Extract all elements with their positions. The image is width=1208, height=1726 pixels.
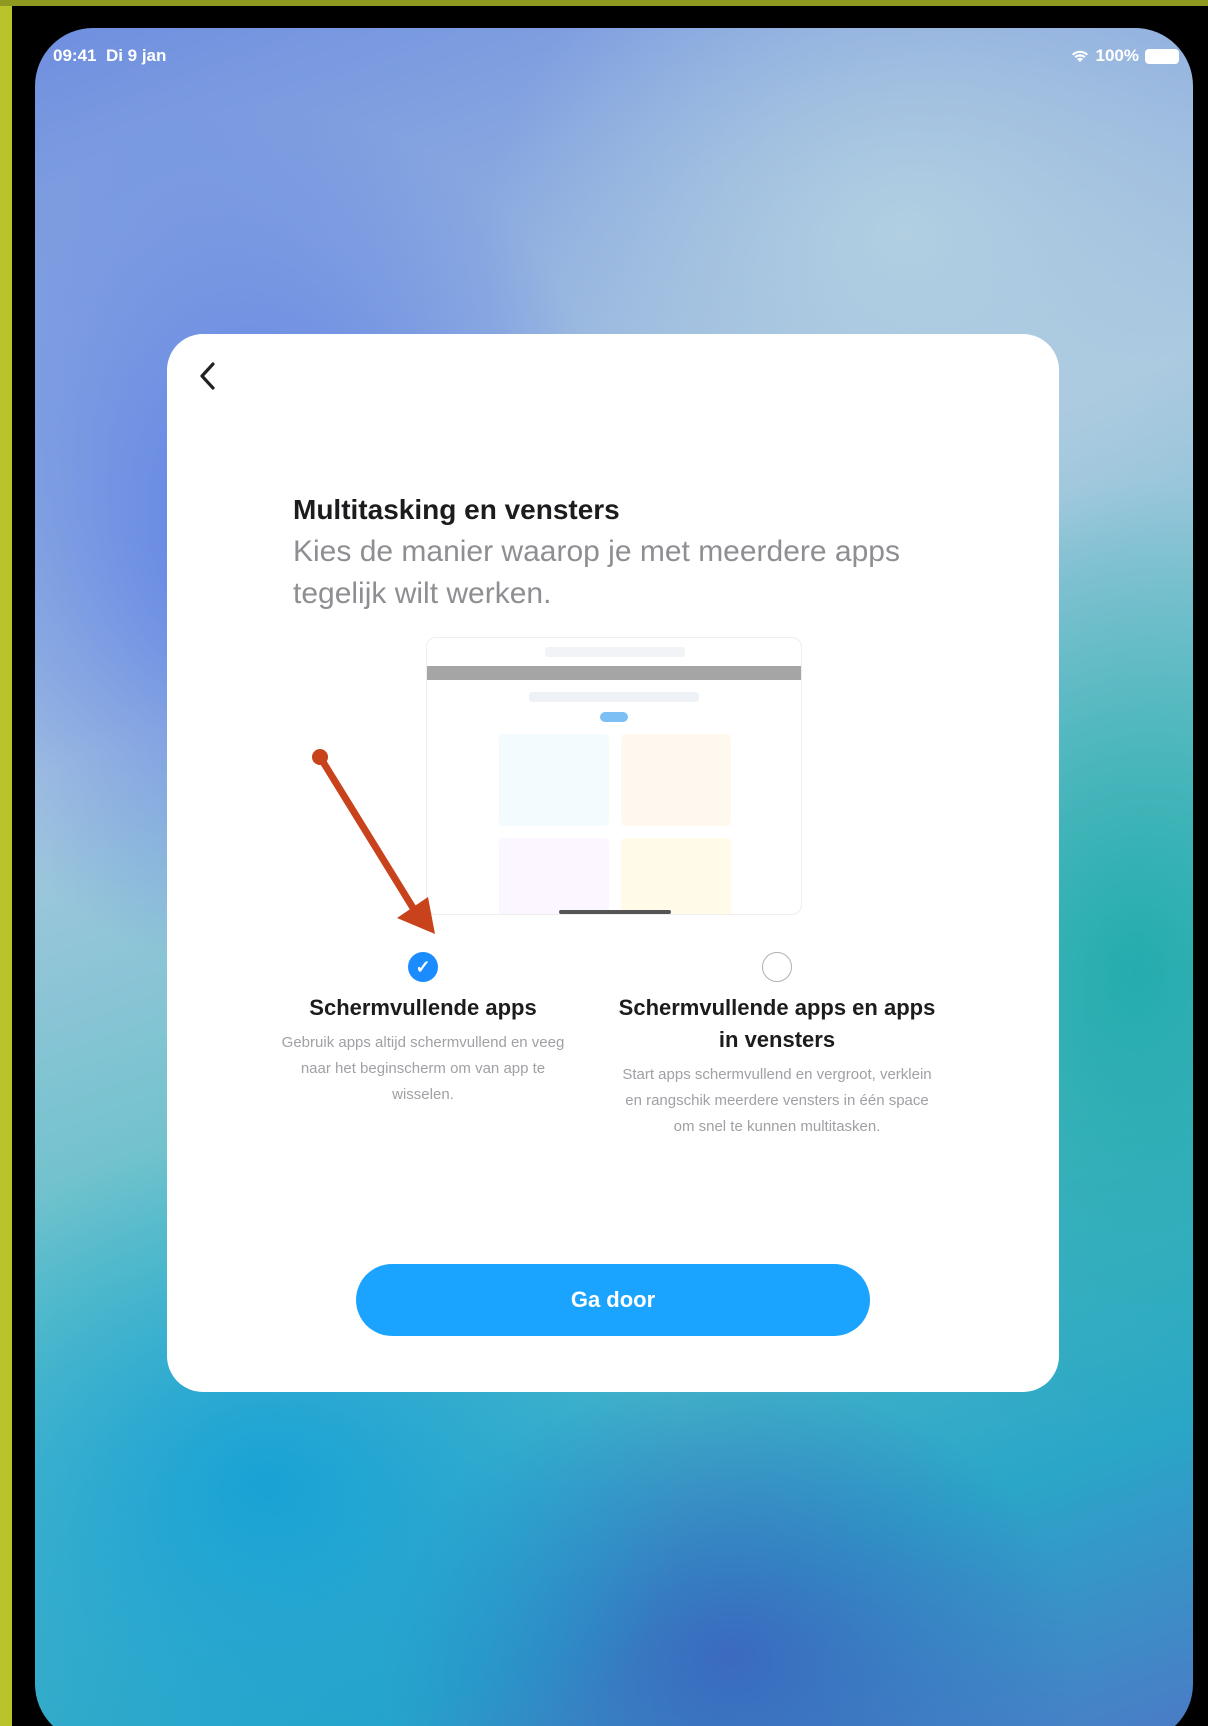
battery-icon: [1145, 48, 1179, 64]
illustration-top-line: [545, 647, 685, 657]
illustration-pill: [600, 712, 628, 722]
device-frame-top: [0, 0, 1208, 6]
option-title: Schermvullende apps en apps in vensters: [618, 995, 936, 1052]
option-description: Start apps schermvullend en vergroot, ve…: [622, 1066, 932, 1135]
status-time: 09:41: [53, 46, 97, 65]
setup-card: Multitasking en vensters Kies de manier …: [167, 334, 1059, 1392]
illustration-title-bar: [427, 666, 801, 680]
option-fullscreen-and-windows[interactable]: Schermvullende apps en apps in vensters …: [617, 952, 937, 1140]
battery-percentage: 100%: [1095, 46, 1139, 65]
radio-unselected-icon[interactable]: [762, 952, 792, 982]
illustration-tile: [499, 734, 609, 826]
status-right: 100%: [1070, 46, 1179, 66]
option-fullscreen-apps[interactable]: ✓ Schermvullende apps Gebruik apps altij…: [273, 952, 573, 1108]
chevron-left-icon: [200, 362, 215, 390]
device-frame-edge: [0, 0, 12, 1726]
option-description: Gebruik apps altijd schermvullend en vee…: [281, 1034, 565, 1103]
multitasking-illustration: [426, 637, 802, 915]
continue-button[interactable]: Ga door: [356, 1264, 870, 1336]
wifi-icon: [1071, 50, 1088, 62]
illustration-tile: [621, 734, 731, 826]
illustration-home-indicator: [559, 910, 671, 914]
illustration-tile: [621, 838, 731, 914]
status-bar: 09:41 Di 9 jan 100%: [35, 40, 1193, 70]
option-title: Schermvullende apps: [309, 995, 537, 1020]
page-title: Multitasking en vensters: [293, 494, 620, 525]
status-date: Di 9 jan: [105, 46, 167, 65]
page-subtitle: Kies de manier waarop je met meerdere ap…: [293, 535, 900, 610]
back-button[interactable]: [195, 356, 235, 406]
radio-selected-checkmark-icon[interactable]: ✓: [408, 952, 438, 982]
status-time-date: 09:41 Di 9 jan: [53, 46, 166, 66]
illustration-tile: [499, 838, 609, 914]
illustration-search-bar: [529, 692, 699, 702]
